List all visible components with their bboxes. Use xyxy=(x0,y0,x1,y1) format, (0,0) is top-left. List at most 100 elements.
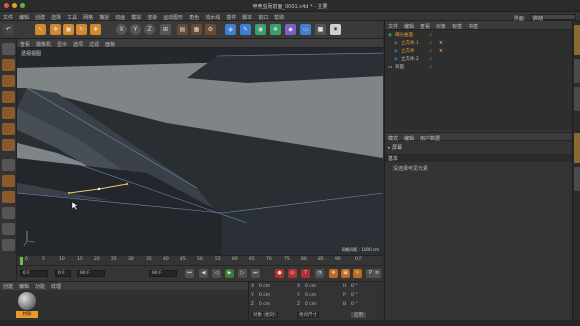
current-frame-field[interactable]: 0 F xyxy=(55,270,71,277)
key-rotation-icon[interactable]: ↻ xyxy=(353,269,362,278)
side-tab-layers[interactable] xyxy=(574,167,580,191)
select-tool-icon[interactable]: ↖ xyxy=(35,24,46,35)
menu-select[interactable]: 选择 xyxy=(48,12,64,21)
size-x-value[interactable]: 0 cm xyxy=(305,284,316,289)
pos-z-value[interactable]: 0 cm xyxy=(259,302,270,307)
undo-icon[interactable]: ↶ xyxy=(3,24,14,35)
viewport-menu-cameras[interactable]: 摄像机 xyxy=(33,39,54,48)
planar-workplane-icon[interactable] xyxy=(2,223,15,235)
object-menu-view[interactable]: 查看 xyxy=(417,21,433,30)
side-tab-structure[interactable] xyxy=(574,87,580,111)
workplane-icon[interactable] xyxy=(2,91,15,103)
menu-help[interactable]: 帮助 xyxy=(271,12,287,21)
coord-mode-dropdown[interactable]: 对象 (相对) xyxy=(251,312,278,318)
start-frame-field[interactable]: 0 F xyxy=(20,270,48,277)
previous-key-icon[interactable]: ◀ xyxy=(199,269,208,278)
material-menu-create[interactable]: 创建 xyxy=(0,282,16,290)
attribute-section-tab[interactable]: 基本 xyxy=(385,154,573,162)
lock-workplane-icon[interactable] xyxy=(2,207,15,219)
menu-render[interactable]: 渲染 xyxy=(144,12,160,21)
y-axis-icon[interactable]: Y xyxy=(130,24,141,35)
layout-dropdown[interactable]: 启动 xyxy=(530,14,576,22)
side-tab-content-browser[interactable] xyxy=(574,59,580,83)
next-frame-icon[interactable]: ▷ xyxy=(238,269,247,278)
solo-icon[interactable] xyxy=(2,239,15,251)
pen-spline-icon[interactable]: ✎ xyxy=(240,24,251,35)
key-position-icon[interactable]: ✥ xyxy=(329,269,338,278)
object-row-back[interactable]: ▭ 背面 ✓ xyxy=(385,64,573,71)
snap-icon[interactable] xyxy=(2,191,15,203)
pos-y-value[interactable]: 0 cm xyxy=(259,293,270,298)
menu-create[interactable]: 创建 xyxy=(32,12,48,21)
object-menu-bookmarks[interactable]: 书签 xyxy=(465,21,481,30)
rot-p-value[interactable]: 0 ° xyxy=(351,293,358,298)
side-tab-objects[interactable] xyxy=(574,25,580,55)
render-settings-icon[interactable]: ⚙ xyxy=(205,24,216,35)
menu-tools[interactable]: 工具 xyxy=(64,12,80,21)
go-to-end-icon[interactable]: ⏭ xyxy=(251,269,260,278)
edges-mode-icon[interactable] xyxy=(2,123,15,135)
render-view-icon[interactable]: ▤ xyxy=(177,24,188,35)
size-y-value[interactable]: 0 cm xyxy=(305,293,316,298)
object-menu-file[interactable]: 文件 xyxy=(385,21,401,30)
keyframe-selection-icon[interactable]: ? xyxy=(301,269,310,278)
coordinate-system-icon[interactable]: ⊞ xyxy=(160,24,171,35)
material-menu-edit[interactable]: 编辑 xyxy=(16,282,32,290)
visibility-check-icon[interactable]: ✓ xyxy=(429,56,433,63)
menu-file[interactable]: 文件 xyxy=(0,12,16,21)
timeline-ruler[interactable]: 0 5 10 15 20 25 30 35 40 45 50 55 60 65 … xyxy=(17,255,383,265)
scale-tool-icon[interactable]: ▣ xyxy=(63,24,74,35)
floor-icon[interactable]: ▭ xyxy=(300,24,311,35)
menu-plugins[interactable]: 插件 xyxy=(223,12,239,21)
texture-mode-icon[interactable] xyxy=(2,75,15,87)
viewport-menu-view[interactable]: 查看 xyxy=(17,39,33,48)
viewport-menu-options[interactable]: 选项 xyxy=(70,39,86,48)
size-mode-dropdown[interactable]: 绝对尺寸 xyxy=(297,312,319,318)
side-tab-attributes[interactable] xyxy=(574,133,580,163)
visibility-check-icon[interactable]: ✓ xyxy=(429,64,433,71)
record-icon[interactable]: ● xyxy=(275,269,284,278)
playhead-marker[interactable] xyxy=(20,257,23,265)
polygons-mode-icon[interactable] xyxy=(2,139,15,151)
size-z-value[interactable]: 0 cm xyxy=(305,302,316,307)
object-row-cube[interactable]: ◈ 立方体 ✓ ✖ xyxy=(385,48,573,55)
preview-end-field[interactable]: 90 F xyxy=(77,270,105,277)
menu-snap[interactable]: 捕捉 xyxy=(96,12,112,21)
z-axis-icon[interactable]: Z xyxy=(144,24,155,35)
object-row-subdivision[interactable]: ◉ 细分曲面 ✓ xyxy=(385,32,573,39)
menu-mesh[interactable]: 网格 xyxy=(80,12,96,21)
object-row-cube1[interactable]: ◈ 立方体.1 ✓ ✖ xyxy=(385,40,573,47)
move-tool-icon[interactable]: ✥ xyxy=(50,24,61,35)
model-mode-icon[interactable] xyxy=(2,59,15,71)
subdivision-surface-icon[interactable]: ◉ xyxy=(255,24,266,35)
timeline-menu-icon[interactable]: ≡ xyxy=(373,269,381,278)
visibility-check-icon[interactable]: ✓ xyxy=(429,48,433,55)
menu-script[interactable]: 脚本 xyxy=(239,12,255,21)
render-picture-viewer-icon[interactable]: ▦ xyxy=(191,24,202,35)
key-scale-icon[interactable]: ▣ xyxy=(341,269,350,278)
points-mode-icon[interactable] xyxy=(2,107,15,119)
perspective-viewport[interactable]: 透视视图 网格间距 : 1000 cm xyxy=(17,48,383,255)
rot-b-value[interactable]: 0 ° xyxy=(351,302,358,307)
viewport-menu-panel[interactable]: 面板 xyxy=(102,39,118,48)
viewport-menu-display[interactable]: 显示 xyxy=(54,39,70,48)
light-icon[interactable]: ✷ xyxy=(330,24,341,35)
play-icon[interactable]: ▶ xyxy=(225,269,234,278)
array-icon[interactable]: ❖ xyxy=(270,24,281,35)
tweak-mode-icon[interactable] xyxy=(2,175,15,187)
object-row-cube2[interactable]: ◈ 立方体.2 ✓ xyxy=(385,56,573,63)
pos-x-value[interactable]: 0 cm xyxy=(259,284,270,289)
menu-window[interactable]: 窗口 xyxy=(255,12,271,21)
menu-pipeline[interactable]: 流水线 xyxy=(202,12,223,21)
object-menu-tags[interactable]: 标签 xyxy=(449,21,465,30)
menu-edit[interactable]: 编辑 xyxy=(16,12,32,21)
menu-animate[interactable]: 动画 xyxy=(112,12,128,21)
visibility-check-icon[interactable]: ✓ xyxy=(429,40,433,47)
axis-mode-icon[interactable] xyxy=(2,159,15,171)
apply-button[interactable]: 应用 xyxy=(351,312,366,318)
menu-character[interactable]: 角色 xyxy=(186,12,202,21)
material-ball-preview[interactable] xyxy=(18,292,36,310)
menu-simulate[interactable]: 模拟 xyxy=(128,12,144,21)
camera-icon[interactable]: ■ xyxy=(315,24,326,35)
menu-mograph[interactable]: 运动图形 xyxy=(160,12,186,21)
